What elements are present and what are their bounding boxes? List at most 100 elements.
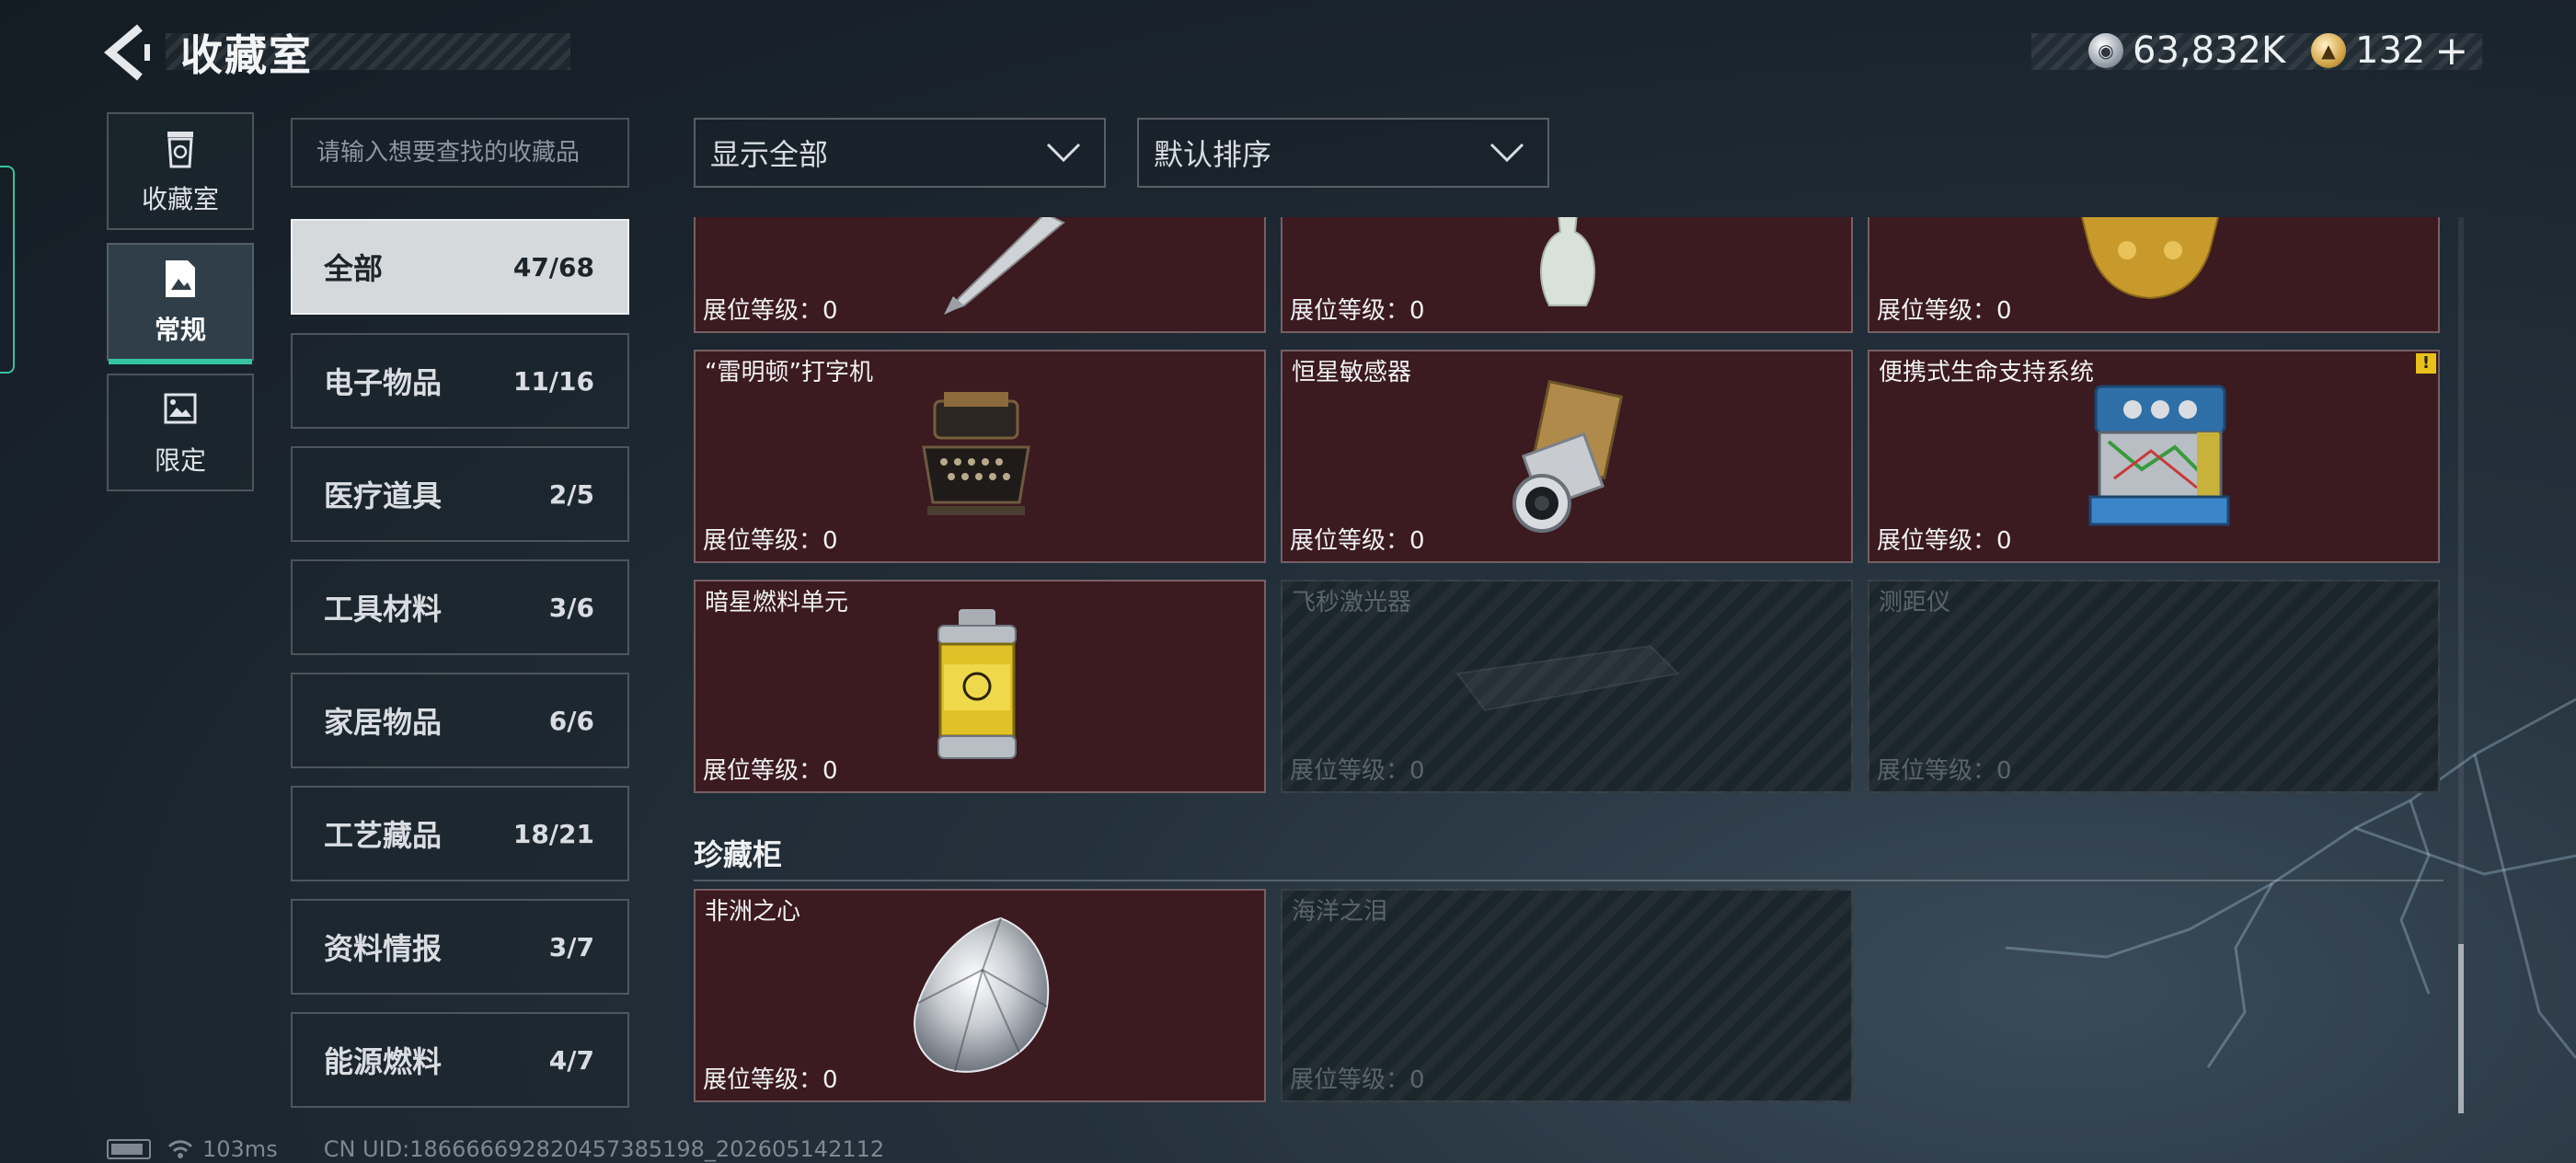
category-intel[interactable]: 资料情报 3/7 bbox=[291, 899, 629, 995]
collection-card-locked[interactable]: 测距仪 展位等级：0 bbox=[1868, 580, 2440, 793]
item-name: 非洲之心 bbox=[705, 898, 801, 926]
category-count: 4/7 bbox=[548, 1044, 594, 1076]
category-count: 3/7 bbox=[548, 931, 594, 962]
diamond-icon bbox=[914, 916, 1050, 1073]
back-arrow-icon[interactable] bbox=[103, 24, 155, 81]
star-sensor-icon bbox=[1512, 379, 1624, 533]
category-name: 工具材料 bbox=[324, 592, 443, 627]
chevron-down-icon bbox=[1489, 143, 1524, 163]
booth-level: 展位等级：0 bbox=[1877, 757, 2012, 785]
category-count: 11/16 bbox=[512, 365, 594, 397]
item-name: 海洋之泪 bbox=[1292, 898, 1388, 926]
life-support-icon bbox=[2088, 385, 2230, 526]
item-name: 暗星燃料单元 bbox=[705, 589, 849, 616]
section-divider bbox=[694, 880, 2444, 881]
category-count: 3/6 bbox=[548, 592, 594, 623]
warning-icon: ! bbox=[2416, 353, 2436, 374]
battery-icon bbox=[107, 1139, 151, 1159]
category-crafts[interactable]: 工艺藏品 18/21 bbox=[291, 786, 629, 881]
collection-card[interactable]: 展位等级：0 bbox=[1868, 217, 2440, 333]
booth-level: 展位等级：0 bbox=[1877, 527, 2012, 555]
category-name: 全部 bbox=[324, 251, 384, 286]
category-tools[interactable]: 工具材料 3/6 bbox=[291, 559, 629, 655]
category-name: 医疗道具 bbox=[324, 478, 443, 513]
item-name: 飞秒激光器 bbox=[1292, 589, 1412, 616]
side-nav-collection[interactable]: 收藏室 bbox=[107, 112, 254, 230]
item-name: 便携式生命支持系统 bbox=[1879, 359, 2095, 386]
collection-grid: 展位等级：0 展位等级：0 展位等级：0 “雷明顿”打字机 展位等级：0 恒星敏… bbox=[690, 217, 2456, 1115]
item-name: 测距仪 bbox=[1879, 589, 1951, 616]
category-count: 47/68 bbox=[512, 251, 594, 282]
laser-icon bbox=[1455, 644, 1681, 712]
side-nav-regular[interactable]: 常规 bbox=[107, 243, 254, 364]
category-electronics[interactable]: 电子物品 11/16 bbox=[291, 333, 629, 429]
fuel-canister-icon bbox=[937, 609, 1017, 759]
fountain-pen-icon bbox=[944, 217, 1065, 315]
uid-text: CN UID:18666669282045738519​8_2026051421… bbox=[323, 1136, 885, 1162]
trash-bin-icon bbox=[167, 132, 193, 168]
booth-level: 展位等级：0 bbox=[1290, 527, 1425, 555]
category-count: 6/6 bbox=[548, 705, 594, 736]
chevron-down-icon bbox=[1046, 143, 1081, 163]
image-doc-icon bbox=[166, 260, 195, 297]
category-count: 2/5 bbox=[548, 478, 594, 510]
add-currency-icon[interactable]: + bbox=[2434, 28, 2468, 75]
category-name: 能源燃料 bbox=[324, 1044, 443, 1079]
page-title: 收藏室 bbox=[180, 30, 313, 80]
side-nav-label: 常规 bbox=[154, 315, 206, 345]
gold-coin-icon: ▲ bbox=[2311, 33, 2346, 68]
treasure-card-locked[interactable]: 海洋之泪 展位等级：0 bbox=[1281, 889, 1853, 1102]
category-medical[interactable]: 医疗道具 2/5 bbox=[291, 446, 629, 542]
status-bar: 103ms CN UID:18666669282045738519​8_2026… bbox=[107, 1135, 884, 1163]
sort-dropdown[interactable]: 默认排序 bbox=[1137, 118, 1549, 188]
category-name: 电子物品 bbox=[324, 365, 443, 400]
booth-level: 展位等级：0 bbox=[703, 1066, 838, 1094]
booth-level: 展位等级：0 bbox=[1290, 297, 1425, 325]
edge-tab[interactable] bbox=[0, 166, 15, 374]
golden-statue-icon bbox=[2080, 217, 2220, 300]
category-name: 工艺藏品 bbox=[324, 818, 443, 853]
side-nav-label: 收藏室 bbox=[141, 184, 219, 214]
item-name: 恒星敏感器 bbox=[1292, 359, 1412, 386]
side-nav-limited[interactable]: 限定 bbox=[107, 374, 254, 491]
booth-level: 展位等级：0 bbox=[703, 297, 838, 325]
gold-amount: 132 bbox=[2355, 29, 2426, 72]
category-household[interactable]: 家居物品 6/6 bbox=[291, 673, 629, 768]
ceramic-vase-icon bbox=[1539, 217, 1596, 306]
scrollbar[interactable] bbox=[2458, 217, 2464, 1113]
search-input[interactable] bbox=[291, 118, 629, 188]
booth-level: 展位等级：0 bbox=[703, 757, 838, 785]
booth-level: 展位等级：0 bbox=[1290, 757, 1425, 785]
section-title: 珍藏柜 bbox=[694, 837, 783, 872]
collection-card-locked[interactable]: 飞秒激光器 展位等级：0 bbox=[1281, 580, 1853, 793]
item-name: “雷明顿”打字机 bbox=[705, 359, 873, 386]
collection-card[interactable]: 便携式生命支持系统 ! 展位等级：0 bbox=[1868, 350, 2440, 563]
scroll-thumb[interactable] bbox=[2458, 944, 2464, 1113]
filter-show-dropdown[interactable]: 显示全部 bbox=[694, 118, 1106, 188]
booth-level: 展位等级：0 bbox=[1877, 297, 2012, 325]
category-energy[interactable]: 能源燃料 4/7 bbox=[291, 1012, 629, 1108]
collection-card[interactable]: 恒星敏感器 展位等级：0 bbox=[1281, 350, 1853, 563]
booth-level: 展位等级：0 bbox=[703, 527, 838, 555]
filter-show-value: 显示全部 bbox=[710, 137, 829, 172]
typewriter-icon bbox=[922, 392, 1030, 515]
category-name: 资料情报 bbox=[324, 931, 443, 966]
collection-card[interactable]: “雷明顿”打字机 展位等级：0 bbox=[694, 350, 1266, 563]
side-nav-label: 限定 bbox=[154, 445, 206, 476]
collection-card[interactable]: 展位等级：0 bbox=[694, 217, 1266, 333]
category-count: 18/21 bbox=[512, 818, 594, 849]
category-name: 家居物品 bbox=[324, 705, 443, 740]
silver-coin-icon: ◉ bbox=[2088, 33, 2123, 68]
header: 收藏室 ◉ 63,832K ▲ 132 + bbox=[0, 0, 2576, 101]
collection-card[interactable]: 展位等级：0 bbox=[1281, 217, 1853, 333]
booth-level: 展位等级：0 bbox=[1290, 1066, 1425, 1094]
picture-icon bbox=[164, 393, 197, 424]
silver-currency: ◉ 63,832K bbox=[2088, 24, 2285, 77]
gold-currency: ▲ 132 + bbox=[2311, 24, 2468, 77]
silver-amount: 63,832K bbox=[2133, 29, 2286, 72]
treasure-card[interactable]: 非洲之心 展位等级：0 bbox=[694, 889, 1266, 1102]
collection-card[interactable]: 暗星燃料单元 展位等级：0 bbox=[694, 580, 1266, 793]
ping-text: 103ms bbox=[202, 1136, 278, 1162]
sort-value: 默认排序 bbox=[1154, 137, 1272, 172]
category-all[interactable]: 全部 47/68 bbox=[291, 219, 629, 315]
